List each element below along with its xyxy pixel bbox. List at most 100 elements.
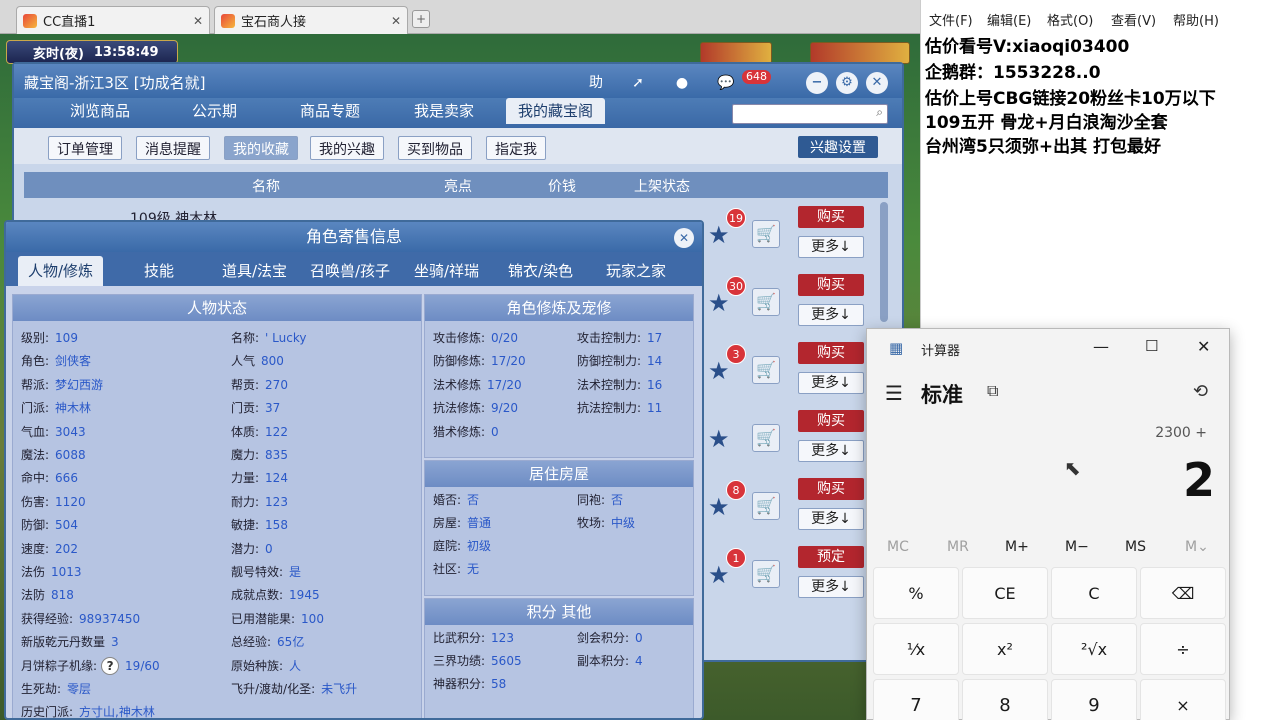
divide-button[interactable]: ÷ — [1140, 623, 1226, 675]
digit-8-button[interactable]: 8 — [962, 679, 1048, 720]
menu-view[interactable]: 查看(V) — [1111, 10, 1156, 29]
percent-button[interactable]: % — [873, 567, 959, 619]
menu-edit[interactable]: 编辑(E) — [987, 10, 1031, 29]
tab-items[interactable]: 道具/法宝 — [212, 256, 297, 286]
field-value: 初级 — [467, 539, 492, 553]
cart-icon[interactable]: 🛒 — [752, 220, 780, 248]
field-label: 已用潜能果: — [231, 611, 296, 626]
memory-list-button[interactable]: M⌄ — [1185, 539, 1209, 555]
search-input[interactable]: ⌕ — [732, 104, 888, 124]
menu-format[interactable]: 格式(O) — [1047, 10, 1093, 29]
cart-icon[interactable]: 🛒 — [752, 424, 780, 452]
more-button[interactable]: 更多↓ — [798, 304, 864, 326]
sqrt-button[interactable]: ²√x — [1051, 623, 1137, 675]
reserve-button[interactable]: 预定 — [798, 546, 864, 568]
buy-button[interactable]: 购买 — [798, 410, 864, 432]
sub-orders[interactable]: 订单管理 — [48, 136, 122, 160]
notepad-line[interactable]: 109五开 骨龙+月白浪淘沙全套 — [925, 108, 1168, 133]
memory-subtract-button[interactable]: M− — [1065, 539, 1089, 555]
clear-entry-button[interactable]: CE — [962, 567, 1048, 619]
tab-mounts[interactable]: 坐骑/祥瑞 — [404, 256, 489, 286]
history-icon[interactable]: ⟲ — [1193, 381, 1208, 402]
memory-add-button[interactable]: M+ — [1005, 539, 1029, 555]
close-button[interactable]: ✕ — [866, 72, 888, 94]
memory-recall-button[interactable]: MR — [947, 539, 969, 555]
keep-on-top-icon[interactable]: ⧉ — [987, 381, 998, 401]
buy-button[interactable]: 购买 — [798, 274, 864, 296]
backspace-button[interactable]: ⌫ — [1140, 567, 1226, 619]
browser-tab-label: CC直播1 — [43, 15, 96, 30]
more-button[interactable]: 更多↓ — [798, 236, 864, 258]
favorite-star-icon[interactable]: ★ — [708, 426, 734, 452]
browser-tab-cc[interactable]: CC直播1 ✕ — [16, 6, 210, 34]
cart-icon[interactable]: 🛒 — [752, 492, 780, 520]
help-button[interactable]: 助 — [584, 72, 608, 94]
browser-tab-gem[interactable]: 宝石商人接 ✕ — [214, 6, 408, 34]
more-button[interactable]: 更多↓ — [798, 372, 864, 394]
more-button[interactable]: 更多↓ — [798, 576, 864, 598]
clear-button[interactable]: C — [1051, 567, 1137, 619]
memory-clear-button[interactable]: MC — [887, 539, 909, 555]
tab-character[interactable]: 人物/修炼 — [18, 256, 104, 286]
field-row: 婚否: 否 — [433, 491, 479, 508]
digit-7-button[interactable]: 7 — [873, 679, 959, 720]
interest-settings-button[interactable]: 兴趣设置 — [798, 136, 878, 158]
list-scrollbar[interactable] — [880, 202, 888, 322]
chat-icon[interactable]: 💬 — [714, 72, 738, 94]
cart-icon[interactable]: 🛒 — [752, 288, 780, 316]
field-value: 1120 — [55, 494, 86, 509]
tab-outfits[interactable]: 锦衣/染色 — [498, 256, 583, 286]
close-icon[interactable]: ✕ — [391, 14, 401, 28]
more-button[interactable]: 更多↓ — [798, 508, 864, 530]
new-tab-button[interactable]: + — [412, 10, 430, 28]
buy-button[interactable]: 购买 — [798, 342, 864, 364]
tab-summons[interactable]: 召唤兽/孩子 — [300, 256, 400, 286]
memory-store-button[interactable]: MS — [1125, 539, 1146, 555]
tab-home[interactable]: 玩家之家 — [596, 256, 676, 286]
more-button[interactable]: 更多↓ — [798, 440, 864, 462]
sub-interests[interactable]: 我的兴趣 — [310, 136, 384, 160]
maximize-button[interactable]: ☐ — [1145, 337, 1158, 355]
minimize-button[interactable]: − — [806, 72, 828, 94]
sub-purchased[interactable]: 买到物品 — [398, 136, 472, 160]
field-label: 成就点数: — [231, 588, 284, 603]
nav-my-cbg[interactable]: 我的藏宝阁 — [506, 98, 606, 124]
field-label: 魔法: — [21, 448, 50, 462]
table-row: ★ 1 🛒 预定 更多↓ — [690, 544, 870, 608]
record-icon[interactable]: ● — [670, 72, 694, 94]
field-row: 气血: 3043 — [21, 423, 86, 440]
sub-favorites[interactable]: 我的收藏 — [224, 136, 298, 160]
cart-icon[interactable]: 🛒 — [752, 560, 780, 588]
notepad-line[interactable]: 估价上号CBG链接20粉丝卡10万以下 — [925, 84, 1216, 109]
close-icon[interactable]: ✕ — [193, 14, 203, 28]
nav-seller[interactable]: 我是卖家 — [402, 98, 486, 124]
help-icon[interactable]: ? — [101, 657, 120, 676]
nav-public[interactable]: 公示期 — [180, 98, 249, 124]
settings-gear-icon[interactable]: ⚙ — [836, 72, 858, 94]
notepad-line[interactable]: 估价看号V:xiaoqi03400 — [925, 32, 1129, 57]
hamburger-menu-icon[interactable]: ☰ — [885, 381, 903, 405]
field-row: 法术控制力: 16 — [577, 376, 662, 393]
buy-button[interactable]: 购买 — [798, 206, 864, 228]
field-label: 攻击控制力: — [577, 331, 642, 345]
minimize-button[interactable]: — — [1093, 337, 1109, 356]
sub-messages[interactable]: 消息提醒 — [136, 136, 210, 160]
multiply-button[interactable]: × — [1140, 679, 1226, 720]
menu-file[interactable]: 文件(F) — [929, 10, 973, 29]
share-icon[interactable]: ➚ — [626, 72, 650, 94]
notepad-line[interactable]: 台州湾5只须弥+出其 打包最好 — [925, 132, 1161, 157]
digit-9-button[interactable]: 9 — [1051, 679, 1137, 720]
menu-help[interactable]: 帮助(H) — [1173, 10, 1219, 29]
sub-assigned[interactable]: 指定我 — [486, 136, 546, 160]
nav-topics[interactable]: 商品专题 — [288, 98, 372, 124]
close-button[interactable]: ✕ — [1197, 337, 1210, 356]
cart-icon[interactable]: 🛒 — [752, 356, 780, 384]
square-button[interactable]: x² — [962, 623, 1048, 675]
field-label: 同袍: — [577, 493, 606, 507]
close-button[interactable]: ✕ — [674, 228, 694, 248]
reciprocal-button[interactable]: ¹⁄x — [873, 623, 959, 675]
buy-button[interactable]: 购买 — [798, 478, 864, 500]
nav-browse[interactable]: 浏览商品 — [58, 98, 142, 124]
tab-skills[interactable]: 技能 — [134, 256, 184, 286]
notepad-line[interactable]: 企鹅群：1553228..0 — [925, 58, 1101, 83]
